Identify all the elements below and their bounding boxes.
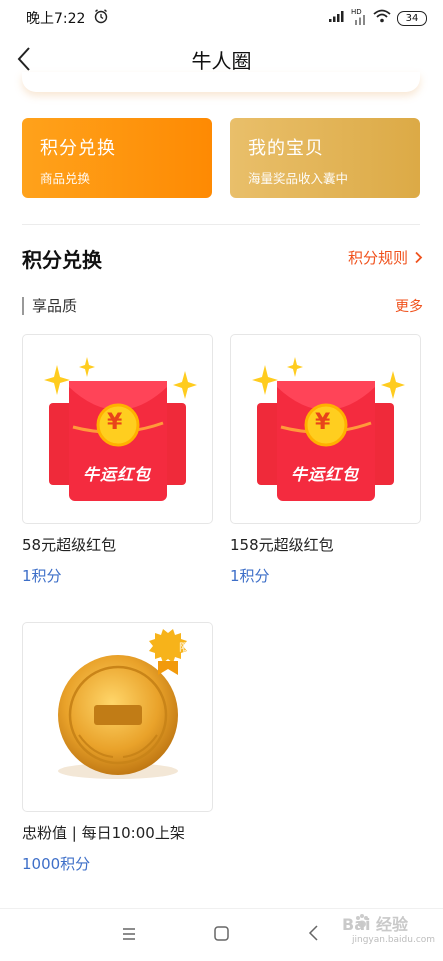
back-button[interactable] [10, 44, 40, 74]
product-price: 1000积分 [22, 855, 91, 873]
points-exchange-card[interactable]: 积分兑换 商品兑换 [22, 118, 212, 198]
menu-button[interactable] [122, 926, 136, 945]
header-card-bottom [22, 72, 420, 92]
more-link[interactable]: 更多 [395, 296, 423, 316]
product-price: 1积分 [230, 567, 270, 585]
red-envelope-coin-symbol: ¥ [107, 410, 123, 435]
page-title: 牛人圈 [191, 48, 252, 73]
divider [22, 224, 420, 225]
wifi-icon [373, 9, 391, 27]
product-card[interactable]: ¥ 牛运红包 58元超级红包 1积分 [22, 334, 213, 586]
battery-indicator: 34 [397, 10, 427, 26]
signal-hd-icon: HD [351, 8, 367, 25]
baidu-watermark: Bai 经验 jingyan.baidu.com [326, 909, 438, 949]
points-exchange-subtitle: 商品兑换 [40, 171, 91, 186]
chevron-left-icon [17, 47, 30, 71]
product-image: ¥ 牛运红包 [22, 334, 213, 524]
status-time: 晚上7:22 [26, 11, 86, 27]
square-icon [214, 926, 229, 941]
product-name: 忠粉值 | 每日10:00上架 [22, 824, 185, 842]
points-rules-label: 积分规则 [347, 249, 408, 267]
my-treasures-subtitle: 海量奖品收入囊中 [248, 171, 349, 186]
red-envelope-coin-symbol: ¥ [315, 410, 331, 435]
my-treasures-title: 我的宝贝 [248, 138, 324, 159]
menu-icon [123, 928, 135, 940]
signal-icon [329, 10, 345, 26]
alarm-icon [93, 8, 109, 28]
triangle-back-icon [308, 925, 318, 941]
system-back-button[interactable] [308, 925, 320, 945]
section-title: 积分兑换 [22, 248, 102, 272]
points-rules-link[interactable]: 积分规则 [348, 247, 423, 268]
subsection-title: 享品质 [22, 297, 77, 315]
chevron-right-icon [415, 251, 423, 264]
product-image: ¥ 牛运红包 [230, 334, 421, 524]
red-envelope-label: 牛运红包 [83, 465, 152, 484]
status-right: HD 34 [329, 8, 427, 27]
points-exchange-title: 积分兑换 [40, 138, 116, 159]
product-image: 限量 [22, 622, 213, 812]
product-name: 158元超级红包 [230, 536, 334, 554]
red-envelope-label: 牛运红包 [291, 465, 360, 484]
product-card[interactable]: 限量 忠粉值 | 每日10:00上架 1000积分 [22, 622, 213, 874]
watermark-text: Bai 经验 [342, 915, 409, 934]
product-name: 58元超级红包 [22, 536, 117, 554]
limited-badge: 限量 [179, 643, 199, 654]
watermark-url: jingyan.baidu.com [352, 935, 436, 945]
product-card[interactable]: ¥ 牛运红包 158元超级红包 1积分 [230, 334, 421, 586]
home-button[interactable] [214, 926, 229, 945]
status-left: 晚上7:22 [26, 8, 109, 28]
my-treasures-card[interactable]: 我的宝贝 海量奖品收入囊中 [230, 118, 420, 198]
status-bar: 晚上7:22 HD 34 [0, 0, 443, 36]
product-price: 1积分 [22, 567, 62, 585]
